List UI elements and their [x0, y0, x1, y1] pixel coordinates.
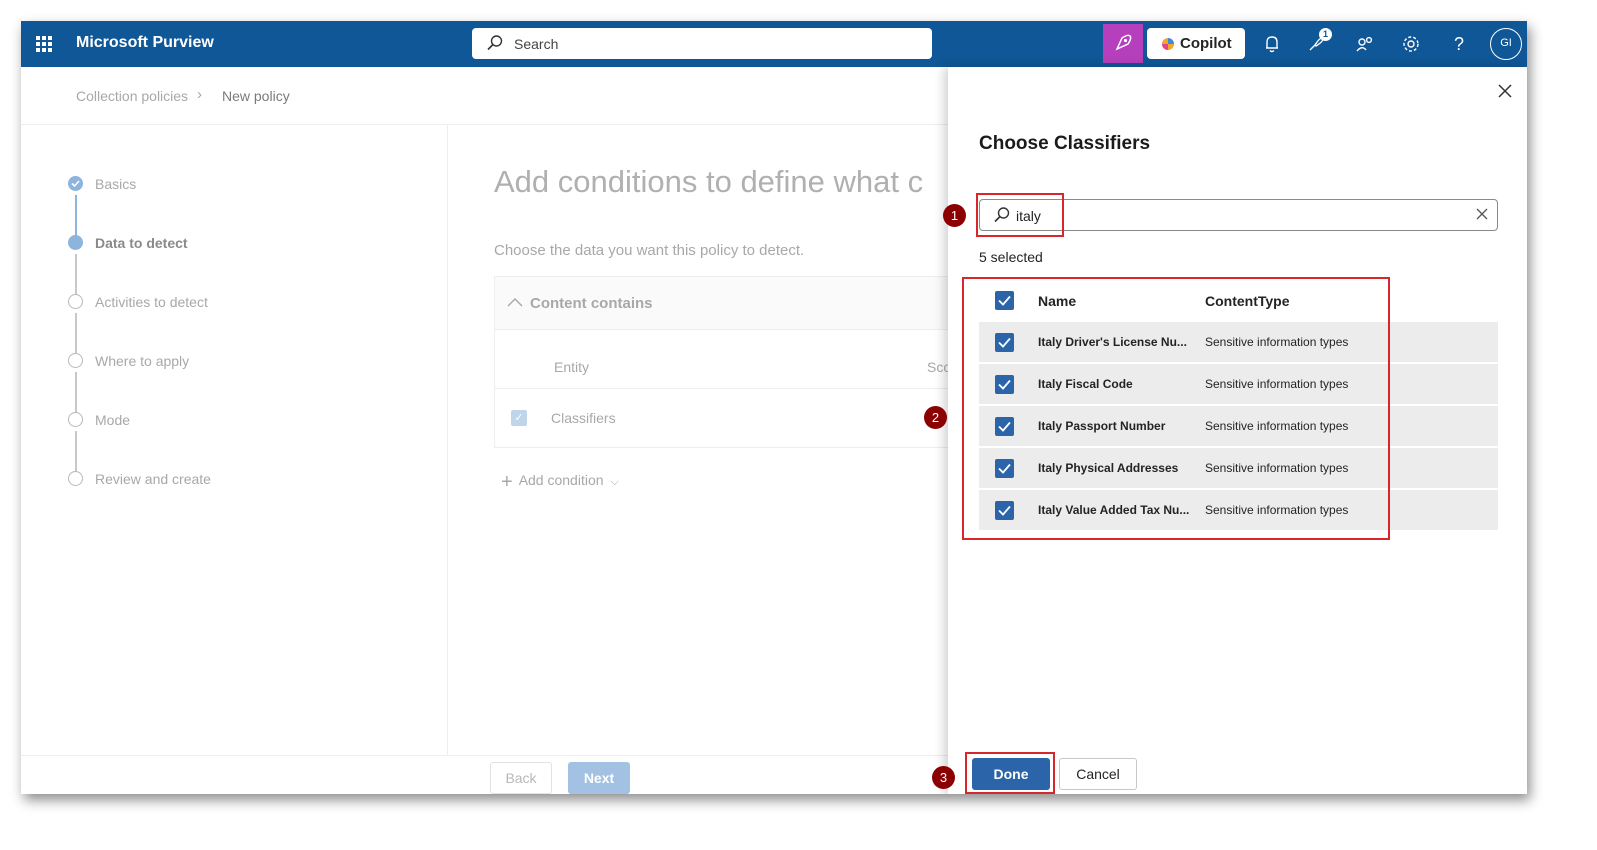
step-connector	[75, 431, 77, 475]
cancel-button[interactable]: Cancel	[1059, 758, 1137, 790]
step-label: Review and create	[95, 471, 211, 487]
notifications-bell-icon[interactable]	[1261, 33, 1283, 55]
add-condition-button[interactable]: + Add condition ⌵	[501, 471, 619, 494]
community-people-icon[interactable]	[1354, 33, 1376, 55]
page-title: Add conditions to define what c	[494, 164, 924, 199]
annotation-highlight-classifier-list	[962, 277, 1390, 540]
empty-circle-icon	[68, 412, 83, 427]
step-label: Data to detect	[95, 235, 188, 251]
step-label: Where to apply	[95, 353, 190, 369]
classifiers-checkbox[interactable]: ✓	[511, 410, 527, 426]
step-connector	[75, 313, 77, 357]
step-connector	[75, 254, 77, 298]
global-search-input[interactable]: Search	[472, 28, 932, 59]
security-copilot-button[interactable]	[1103, 24, 1143, 63]
annotation-marker-1: 1	[943, 204, 966, 227]
rocket-icon	[1115, 34, 1132, 51]
wizard-footer: Back Next	[21, 755, 948, 794]
help-icon[interactable]: ?	[1448, 33, 1470, 55]
selected-count: 5 selected	[979, 249, 1043, 265]
classifiers-entity-label: Classifiers	[551, 410, 616, 426]
breadcrumb-collection-policies[interactable]: Collection policies	[76, 88, 188, 104]
annotation-highlight-search	[976, 193, 1064, 237]
section-title: Content contains	[530, 295, 653, 312]
current-step-dot-icon	[68, 235, 83, 250]
page-subtitle: Choose the data you want this policy to …	[494, 242, 805, 259]
back-button[interactable]: Back	[490, 762, 552, 794]
add-condition-label: Add condition	[518, 472, 604, 488]
empty-circle-icon	[68, 353, 83, 368]
settings-gear-icon[interactable]	[1400, 33, 1422, 55]
annotation-marker-2: 2	[924, 406, 947, 429]
clear-search-icon[interactable]	[1476, 207, 1488, 224]
empty-circle-icon	[68, 294, 83, 309]
content-contains-header[interactable]: Content contains	[495, 277, 953, 330]
step-connector	[75, 372, 77, 416]
copilot-label: Copilot	[1180, 35, 1232, 52]
empty-circle-icon	[68, 471, 83, 486]
app-launcher-icon[interactable]	[36, 36, 52, 52]
chevron-up-icon	[507, 295, 523, 310]
notification-count-badge: 1	[1319, 28, 1332, 41]
app-window: Microsoft Purview Search Copilot 1 ? GI	[21, 21, 1527, 794]
user-avatar[interactable]: GI	[1490, 28, 1522, 60]
step-connector	[75, 195, 77, 239]
wizard-steps: Basics Data to detect Activities to dete…	[21, 125, 448, 755]
top-navigation-bar: Microsoft Purview Search Copilot 1 ? GI	[21, 21, 1527, 67]
panel-title: Choose Classifiers	[979, 133, 1151, 154]
content-contains-section: Content contains Entity Sco ✓ Classifier…	[494, 276, 954, 448]
copilot-icon	[1162, 38, 1174, 50]
next-button[interactable]: Next	[568, 762, 630, 794]
divider	[495, 388, 953, 389]
breadcrumb-new-policy: New policy	[222, 88, 290, 104]
annotation-highlight-done	[965, 752, 1055, 794]
close-icon[interactable]	[1498, 81, 1512, 104]
checkmark-circle-icon	[68, 176, 83, 191]
chevron-right-icon: ›	[197, 86, 202, 103]
search-placeholder: Search	[514, 36, 559, 52]
chevron-down-icon: ⌵	[610, 476, 619, 488]
app-name[interactable]: Microsoft Purview	[76, 34, 214, 52]
column-header-entity: Entity	[554, 359, 590, 375]
plus-icon: +	[501, 471, 513, 493]
step-label: Activities to detect	[95, 294, 208, 310]
search-icon	[486, 34, 504, 57]
step-label: Basics	[95, 176, 137, 192]
copilot-button[interactable]: Copilot	[1147, 28, 1245, 59]
step-label: Mode	[95, 412, 131, 428]
annotation-marker-3: 3	[932, 766, 955, 789]
